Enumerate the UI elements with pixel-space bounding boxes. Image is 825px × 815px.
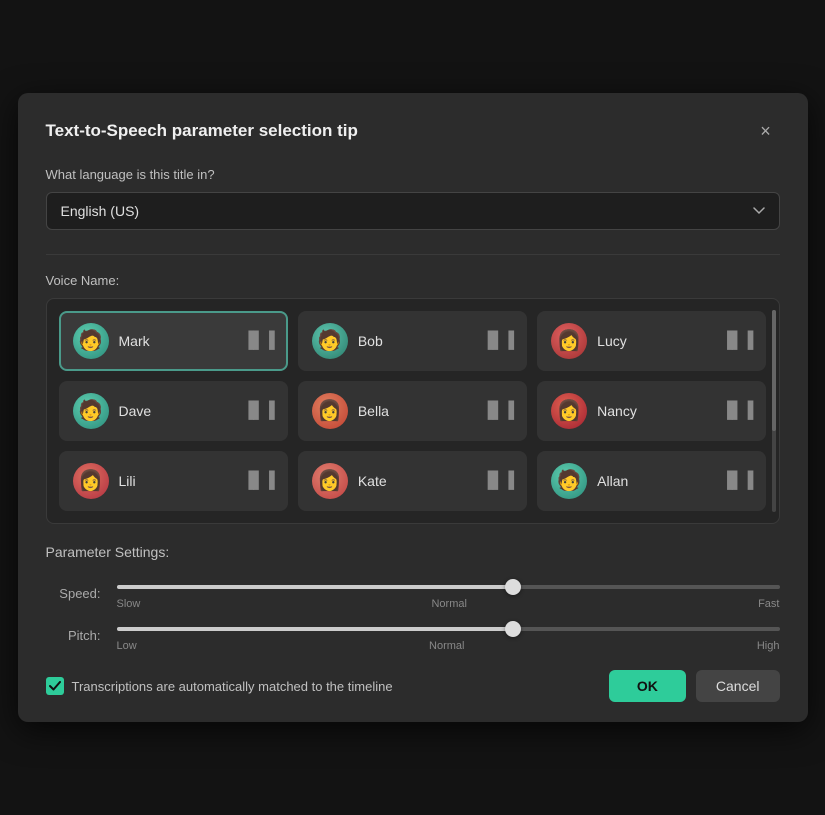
voice-card-nancy[interactable]: 👩 Nancy ▐▌▐ — [537, 381, 766, 441]
voice-name-mark: Mark — [119, 333, 233, 349]
voice-name-dave: Dave — [119, 403, 233, 419]
avatar-icon-bob: 🧑 — [317, 331, 342, 351]
footer-buttons: OK Cancel — [609, 670, 780, 702]
overlay: Text-to-Speech parameter selection tip ×… — [0, 0, 825, 815]
pitch-label-normal: Normal — [429, 640, 464, 652]
pitch-label: Pitch: — [46, 628, 101, 643]
voice-card-mark[interactable]: 🧑 Mark ▐▌▐ — [59, 311, 288, 371]
voice-name-allan: Allan — [597, 473, 711, 489]
avatar-icon-lucy: 👩 — [557, 331, 582, 351]
speed-label-normal: Normal — [431, 598, 466, 610]
pitch-row: Pitch: Low Normal High — [46, 618, 780, 652]
voice-card-lili[interactable]: 👩 Lili ▐▌▐ — [59, 451, 288, 511]
voice-avatar-bella: 👩 — [312, 393, 348, 429]
wave-icon-bella: ▐▌▐ — [482, 402, 513, 420]
voice-name-bella: Bella — [358, 403, 472, 419]
wave-icon-lucy: ▐▌▐ — [721, 332, 752, 350]
wave-icon-allan: ▐▌▐ — [721, 472, 752, 490]
language-select[interactable]: English (US)English (UK)SpanishFrenchGer… — [46, 192, 780, 230]
pitch-label-high: High — [757, 640, 780, 652]
speed-slider[interactable] — [117, 585, 780, 589]
wave-icon-mark: ▐▌▐ — [243, 332, 274, 350]
dialog: Text-to-Speech parameter selection tip ×… — [18, 93, 808, 722]
voice-grid-wrapper: 🧑 Mark ▐▌▐ 🧑 Bob ▐▌▐ 👩 Lucy ▐▌▐ 🧑 Dave ▐… — [46, 298, 780, 524]
voice-name-bob: Bob — [358, 333, 472, 349]
wave-icon-bob: ▐▌▐ — [482, 332, 513, 350]
pitch-slider[interactable] — [117, 627, 780, 631]
dialog-header: Text-to-Speech parameter selection tip × — [46, 117, 780, 145]
checkbox-row: Transcriptions are automatically matched… — [46, 677, 609, 695]
wave-icon-nancy: ▐▌▐ — [721, 402, 752, 420]
voice-card-allan[interactable]: 🧑 Allan ▐▌▐ — [537, 451, 766, 511]
voice-avatar-mark: 🧑 — [73, 323, 109, 359]
pitch-labels: Low Normal High — [117, 640, 780, 652]
speed-label-fast: Fast — [758, 598, 779, 610]
footer: Transcriptions are automatically matched… — [46, 670, 780, 702]
close-button[interactable]: × — [752, 117, 780, 145]
voice-grid: 🧑 Mark ▐▌▐ 🧑 Bob ▐▌▐ 👩 Lucy ▐▌▐ 🧑 Dave ▐… — [59, 311, 767, 511]
speed-label-slow: Slow — [117, 598, 141, 610]
pitch-slider-container: Low Normal High — [117, 618, 780, 652]
avatar-icon-nancy: 👩 — [557, 401, 582, 421]
voice-avatar-kate: 👩 — [312, 463, 348, 499]
checkbox-label: Transcriptions are automatically matched… — [72, 679, 393, 694]
param-section-label: Parameter Settings: — [46, 544, 780, 560]
wave-icon-lili: ▐▌▐ — [243, 472, 274, 490]
dialog-title: Text-to-Speech parameter selection tip — [46, 121, 358, 141]
avatar-icon-bella: 👩 — [317, 401, 342, 421]
voice-avatar-allan: 🧑 — [551, 463, 587, 499]
voice-name-lili: Lili — [119, 473, 233, 489]
avatar-icon-allan: 🧑 — [557, 471, 582, 491]
voice-name-lucy: Lucy — [597, 333, 711, 349]
voice-avatar-nancy: 👩 — [551, 393, 587, 429]
voice-avatar-dave: 🧑 — [73, 393, 109, 429]
speed-row: Speed: Slow Normal Fast — [46, 576, 780, 610]
wave-icon-kate: ▐▌▐ — [482, 472, 513, 490]
pitch-label-low: Low — [117, 640, 137, 652]
language-question: What language is this title in? — [46, 167, 780, 182]
voice-card-dave[interactable]: 🧑 Dave ▐▌▐ — [59, 381, 288, 441]
divider — [46, 254, 780, 255]
avatar-icon-lili: 👩 — [78, 471, 103, 491]
checkbox[interactable] — [46, 677, 64, 695]
voice-card-bella[interactable]: 👩 Bella ▐▌▐ — [298, 381, 527, 441]
voice-name-nancy: Nancy — [597, 403, 711, 419]
avatar-icon-dave: 🧑 — [78, 401, 103, 421]
voice-card-kate[interactable]: 👩 Kate ▐▌▐ — [298, 451, 527, 511]
voice-avatar-lili: 👩 — [73, 463, 109, 499]
ok-button[interactable]: OK — [609, 670, 686, 702]
voice-section-label: Voice Name: — [46, 273, 780, 288]
voice-name-kate: Kate — [358, 473, 472, 489]
scrollbar[interactable] — [772, 310, 776, 512]
cancel-button[interactable]: Cancel — [696, 670, 780, 702]
avatar-icon-kate: 👩 — [317, 471, 342, 491]
voice-avatar-lucy: 👩 — [551, 323, 587, 359]
avatar-icon-mark: 🧑 — [78, 331, 103, 351]
voice-avatar-bob: 🧑 — [312, 323, 348, 359]
speed-slider-container: Slow Normal Fast — [117, 576, 780, 610]
voice-card-lucy[interactable]: 👩 Lucy ▐▌▐ — [537, 311, 766, 371]
wave-icon-dave: ▐▌▐ — [243, 402, 274, 420]
speed-label: Speed: — [46, 586, 101, 601]
speed-labels: Slow Normal Fast — [117, 598, 780, 610]
voice-card-bob[interactable]: 🧑 Bob ▐▌▐ — [298, 311, 527, 371]
scroll-thumb — [772, 310, 776, 431]
